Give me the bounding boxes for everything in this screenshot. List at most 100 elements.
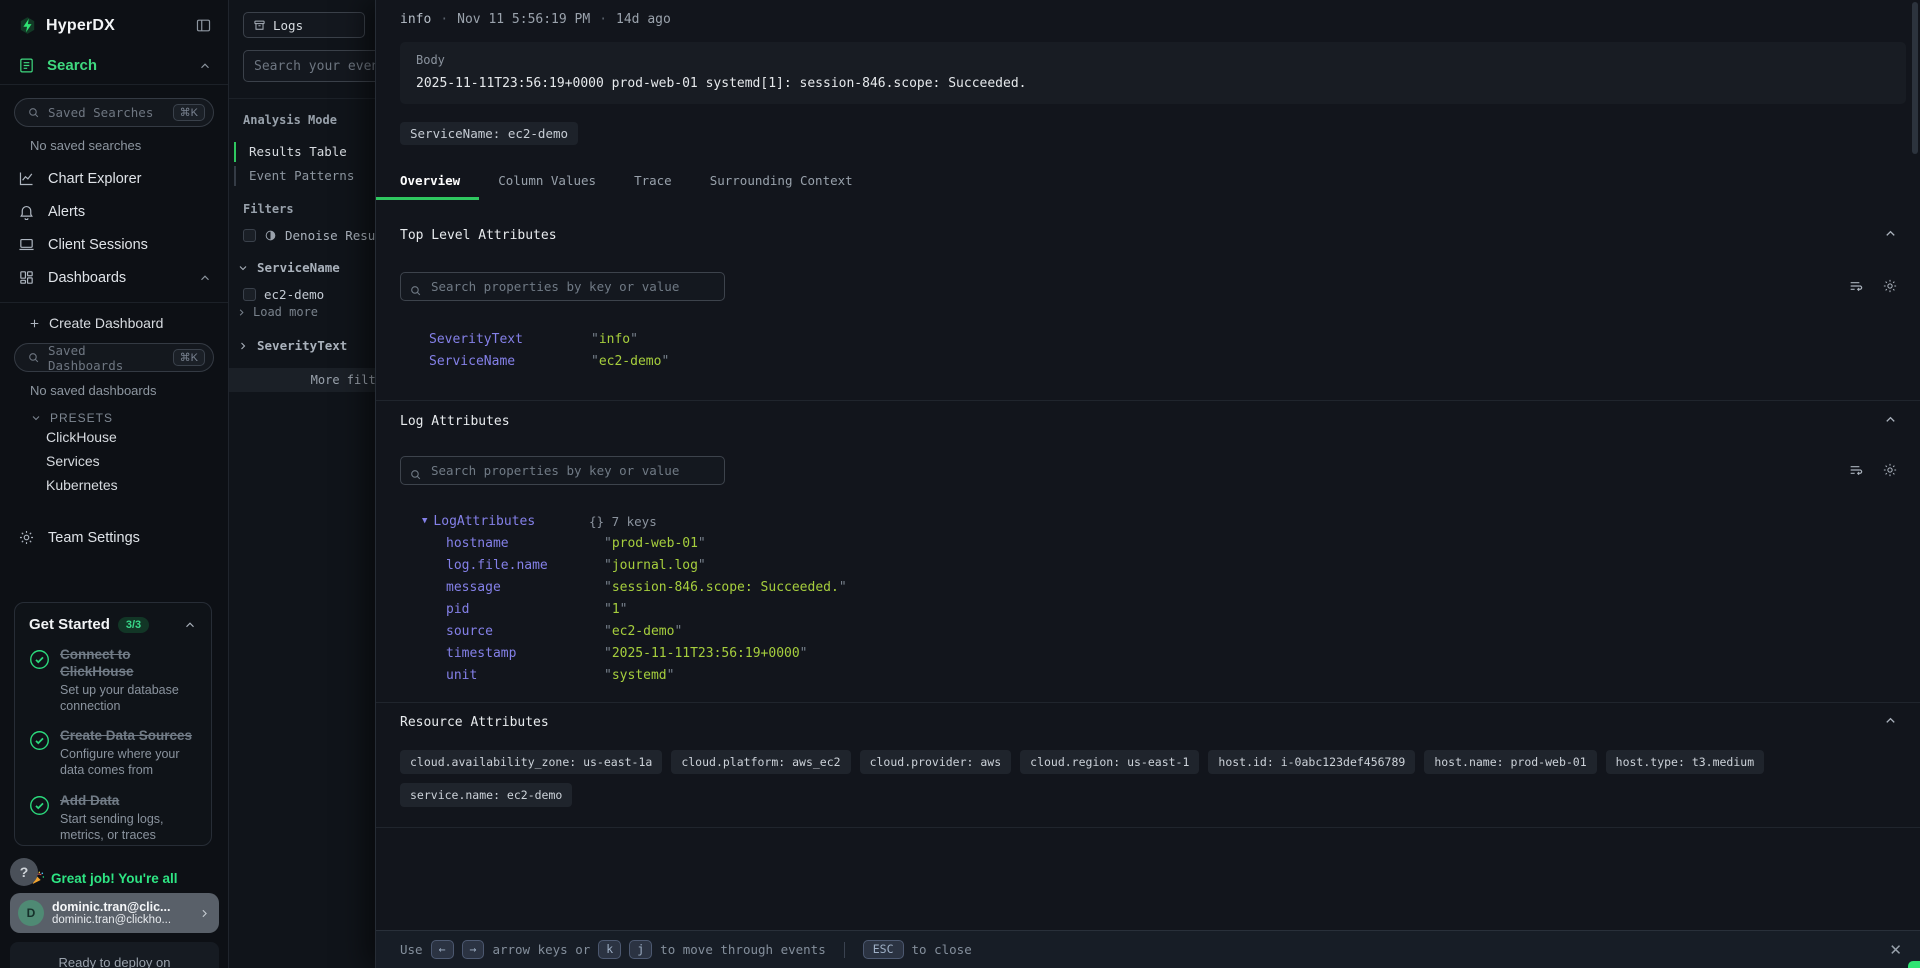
search-section-icon <box>18 57 35 74</box>
section-divider <box>376 400 1920 401</box>
attribute-key[interactable]: message <box>446 580 604 595</box>
quote: " <box>667 668 675 683</box>
denoise-icon <box>264 229 277 242</box>
resource-chip[interactable]: host.id: i-0abc123def456789 <box>1208 750 1415 774</box>
attribute-key[interactable]: timestamp <box>446 646 604 661</box>
app-root: HyperDX Search Saved Searches ⌘K No save… <box>0 0 1920 968</box>
resource-chip[interactable]: service.name: ec2-demo <box>400 783 572 807</box>
quote: " <box>698 558 706 573</box>
log-attributes-search-input[interactable] <box>400 456 725 485</box>
chevron-up-icon[interactable] <box>1883 226 1898 241</box>
sidebar-item-team-settings[interactable]: Team Settings <box>0 521 228 554</box>
resource-chip[interactable]: cloud.availability_zone: us-east-1a <box>400 750 662 774</box>
ec2-demo-checkbox[interactable] <box>243 288 256 301</box>
sidebar-item-services[interactable]: Services <box>16 449 212 473</box>
chevron-up-icon[interactable] <box>198 59 212 73</box>
mode-results-table[interactable]: Results Table <box>234 142 347 162</box>
attribute-value[interactable]: systemd <box>612 668 667 683</box>
resource-chip[interactable]: host.name: prod-web-01 <box>1424 750 1596 774</box>
attribute-value[interactable]: journal.log <box>612 558 698 573</box>
attribute-key[interactable]: source <box>446 624 604 639</box>
chevron-up-icon[interactable] <box>198 271 212 285</box>
get-started-step[interactable]: Connect to ClickHouse Set up your databa… <box>29 647 197 714</box>
attribute-value[interactable]: 2025-11-11T23:56:19+0000 <box>612 646 800 661</box>
user-account-button[interactable]: D dominic.tran@clic... dominic.tran@clic… <box>10 893 219 933</box>
attribute-row: log.file.name "journal.log" <box>400 554 1906 576</box>
sidebar-item-search[interactable]: Search <box>0 45 228 84</box>
deploy-banner[interactable]: Ready to deploy on <box>10 942 219 968</box>
saved-searches-placeholder: Saved Searches <box>48 105 165 120</box>
events-search-input[interactable] <box>243 50 375 82</box>
attribute-key[interactable]: ServiceName <box>429 354 591 369</box>
quote: " <box>839 580 847 595</box>
sidebar-item-dashboards[interactable]: Dashboards <box>0 261 228 294</box>
get-started-step[interactable]: Create Data Sources Configure where your… <box>29 728 197 778</box>
body-card: Body 2025-11-11T23:56:19+0000 prod-web-0… <box>400 42 1906 104</box>
attribute-key[interactable]: SeverityText <box>429 332 591 347</box>
wrap-lines-icon[interactable] <box>1848 278 1864 294</box>
presets-toggle[interactable]: PRESETS <box>30 411 212 425</box>
attribute-value[interactable]: 1 <box>612 602 620 617</box>
tab-surrounding-context[interactable]: Surrounding Context <box>691 167 872 200</box>
attribute-value[interactable]: ec2-demo <box>612 624 675 639</box>
attribute-value[interactable]: ec2-demo <box>599 354 662 369</box>
sidebar-item-kubernetes[interactable]: Kubernetes <box>16 473 212 497</box>
attribute-value[interactable]: prod-web-01 <box>612 536 698 551</box>
top-level-properties-search-input[interactable] <box>400 272 725 301</box>
top-level-attributes-section-header: Top Level Attributes <box>400 228 1906 243</box>
sidebar-item-client-sessions[interactable]: Client Sessions <box>0 228 228 261</box>
attribute-key[interactable]: log.file.name <box>446 558 604 573</box>
resource-chip[interactable]: host.type: t3.medium <box>1606 750 1764 774</box>
chevron-up-icon[interactable] <box>1883 713 1898 728</box>
attribute-value[interactable]: info <box>599 332 630 347</box>
logs-source-icon <box>253 19 266 32</box>
chevron-up-icon[interactable] <box>1883 412 1898 427</box>
arrow-right-key: → <box>462 940 485 960</box>
create-dashboard-button[interactable]: Create Dashboard <box>28 315 212 331</box>
shortcut-badge: ⌘K <box>173 349 205 366</box>
denoise-filter-row[interactable]: Denoise Results <box>243 228 375 243</box>
mode-event-patterns[interactable]: Event Patterns <box>234 166 354 186</box>
attribute-value[interactable]: session-846.scope: Succeeded. <box>612 580 839 595</box>
sidebar-item-clickhouse[interactable]: ClickHouse <box>16 425 212 449</box>
attribute-key[interactable]: pid <box>446 602 604 617</box>
sidebar-item-chart-explorer[interactable]: Chart Explorer <box>0 162 228 195</box>
servicename-tag[interactable]: ServiceName: ec2-demo <box>400 122 578 145</box>
more-filters-button[interactable]: More filters <box>229 368 375 392</box>
servicename-value-row[interactable]: ec2-demo <box>243 287 324 302</box>
get-started-step[interactable]: Add Data Start sending logs, metrics, or… <box>29 793 197 843</box>
tab-column-values[interactable]: Column Values <box>479 167 615 200</box>
tab-trace[interactable]: Trace <box>615 167 691 200</box>
attribute-key[interactable]: hostname <box>446 536 604 551</box>
chevron-right-icon <box>236 307 247 318</box>
load-more-button[interactable]: Load more <box>236 305 318 319</box>
denoise-checkbox[interactable] <box>243 229 256 242</box>
scrollbar-thumb[interactable] <box>1912 2 1918 154</box>
resource-chip[interactable]: cloud.platform: aws_ec2 <box>671 750 850 774</box>
attribute-key[interactable]: ▼LogAttributes <box>422 514 589 529</box>
source-selector[interactable]: Logs <box>243 12 365 38</box>
servicename-group-toggle[interactable]: ServiceName <box>237 260 340 275</box>
search-icon <box>27 106 40 119</box>
attribute-key[interactable]: unit <box>446 668 604 683</box>
quote: " <box>604 646 612 661</box>
collapse-triangle-icon[interactable]: ▼ <box>422 516 427 526</box>
close-icon[interactable]: ✕ <box>1889 941 1902 959</box>
chevron-up-icon[interactable] <box>183 618 197 632</box>
resource-chip[interactable]: cloud.region: us-east-1 <box>1020 750 1199 774</box>
severitytext-group-toggle[interactable]: SeverityText <box>237 338 347 353</box>
tab-overview[interactable]: Overview <box>376 167 479 200</box>
drawer-footer: Use ← → arrow keys or k j to move throug… <box>376 930 1920 968</box>
sidebar-item-alerts[interactable]: Alerts <box>0 195 228 228</box>
wrap-lines-icon[interactable] <box>1848 462 1864 478</box>
section-divider <box>376 827 1920 828</box>
help-button[interactable]: ? <box>10 858 38 886</box>
saved-dashboards-input[interactable]: Saved Dashboards ⌘K <box>14 343 214 372</box>
gear-icon[interactable] <box>1882 462 1898 478</box>
resource-chip[interactable]: cloud.provider: aws <box>860 750 1012 774</box>
chevron-down-icon <box>237 262 249 274</box>
gear-icon[interactable] <box>1882 278 1898 294</box>
drawer-tabs: Overview Column Values Trace Surrounding… <box>376 167 1906 200</box>
saved-searches-input[interactable]: Saved Searches ⌘K <box>14 98 214 127</box>
collapse-sidebar-icon[interactable] <box>195 17 212 34</box>
